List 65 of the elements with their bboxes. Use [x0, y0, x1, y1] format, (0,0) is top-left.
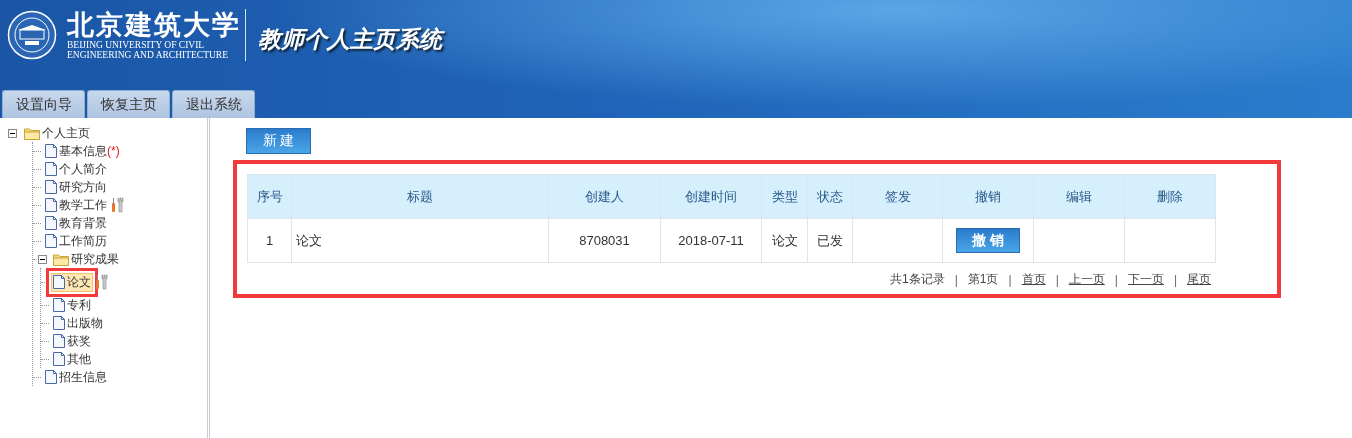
column-header: 状态: [807, 174, 853, 219]
tree-item[interactable]: 专利: [51, 295, 93, 315]
table-cell: 已发: [807, 218, 853, 263]
separator-text: |: [1055, 272, 1059, 287]
tree-item[interactable]: 个人简介: [43, 159, 109, 179]
tree-item[interactable]: 出版物: [51, 313, 105, 333]
record-count: 共1条记录: [890, 271, 945, 288]
column-header: 创建人: [548, 174, 661, 219]
document-icon: [45, 370, 57, 384]
table-cell: 论文: [291, 218, 549, 263]
page-number: 第1页: [967, 271, 999, 288]
nav-tab[interactable]: 恢复主页: [87, 90, 170, 118]
folder-icon: [24, 126, 40, 140]
folder-icon: [53, 252, 69, 266]
document-icon: [45, 162, 57, 176]
document-icon: [45, 216, 57, 230]
tree-item[interactable]: 研究方向: [43, 177, 109, 197]
document-icon: [53, 316, 65, 330]
document-icon: [45, 198, 57, 212]
column-header: 删除: [1124, 174, 1216, 219]
document-icon: [45, 144, 57, 158]
tree-item[interactable]: 招生信息: [43, 367, 109, 387]
tree-item[interactable]: 工作简历: [43, 231, 109, 251]
column-header: 序号: [247, 174, 292, 219]
document-icon: [53, 275, 65, 289]
tree-item[interactable]: 教学工作: [43, 195, 109, 215]
collapse-toggle[interactable]: [38, 254, 47, 264]
university-name: 北京建筑大学: [67, 10, 241, 40]
separator-text: |: [954, 272, 958, 287]
column-header: 创建时间: [660, 174, 762, 219]
table-cell: 1: [247, 218, 292, 263]
pagination-link[interactable]: 上一页: [1068, 271, 1105, 288]
tree-item[interactable]: 其他: [51, 349, 93, 369]
pagination-link[interactable]: 下一页: [1127, 271, 1164, 288]
tools-icon: [110, 197, 127, 213]
column-header: 签发: [852, 174, 943, 219]
tree-item[interactable]: 教育背景: [43, 213, 109, 233]
document-icon: [53, 352, 65, 366]
nav-tab[interactable]: 设置向导: [2, 90, 85, 118]
collapse-toggle[interactable]: [8, 128, 17, 138]
separator-text: |: [1173, 272, 1177, 287]
table-cell: 论文: [761, 218, 808, 263]
university-seal-icon: [7, 10, 57, 60]
document-icon: [53, 334, 65, 348]
separator-text: |: [1008, 272, 1012, 287]
document-icon: [53, 298, 65, 312]
nav-tab[interactable]: 退出系统: [172, 90, 255, 118]
tools-icon: [94, 274, 111, 290]
pagination-link[interactable]: 尾页: [1187, 271, 1211, 288]
column-header: 标题: [291, 174, 549, 219]
university-english-name: BEIJING UNIVERSITY OF CIVIL: [67, 40, 206, 50]
document-icon: [45, 180, 57, 194]
table-cell: 2018-07-11: [660, 218, 762, 263]
tree-item[interactable]: 获奖: [51, 331, 93, 351]
column-header: 类型: [761, 174, 808, 219]
tree-item[interactable]: 基本信息(*): [43, 141, 122, 161]
tree-item[interactable]: 研究成果: [71, 250, 119, 268]
tree-item[interactable]: 个人主页: [42, 124, 90, 142]
pagination-link[interactable]: 首页: [1021, 271, 1046, 288]
column-header: 撤销: [942, 174, 1034, 219]
university-english-name: ENGINEERING AND ARCHITECTURE: [67, 50, 229, 60]
separator-text: |: [1114, 272, 1118, 287]
table-cell: 8708031: [548, 218, 661, 263]
document-icon: [45, 234, 57, 248]
column-header: 编辑: [1033, 174, 1125, 219]
